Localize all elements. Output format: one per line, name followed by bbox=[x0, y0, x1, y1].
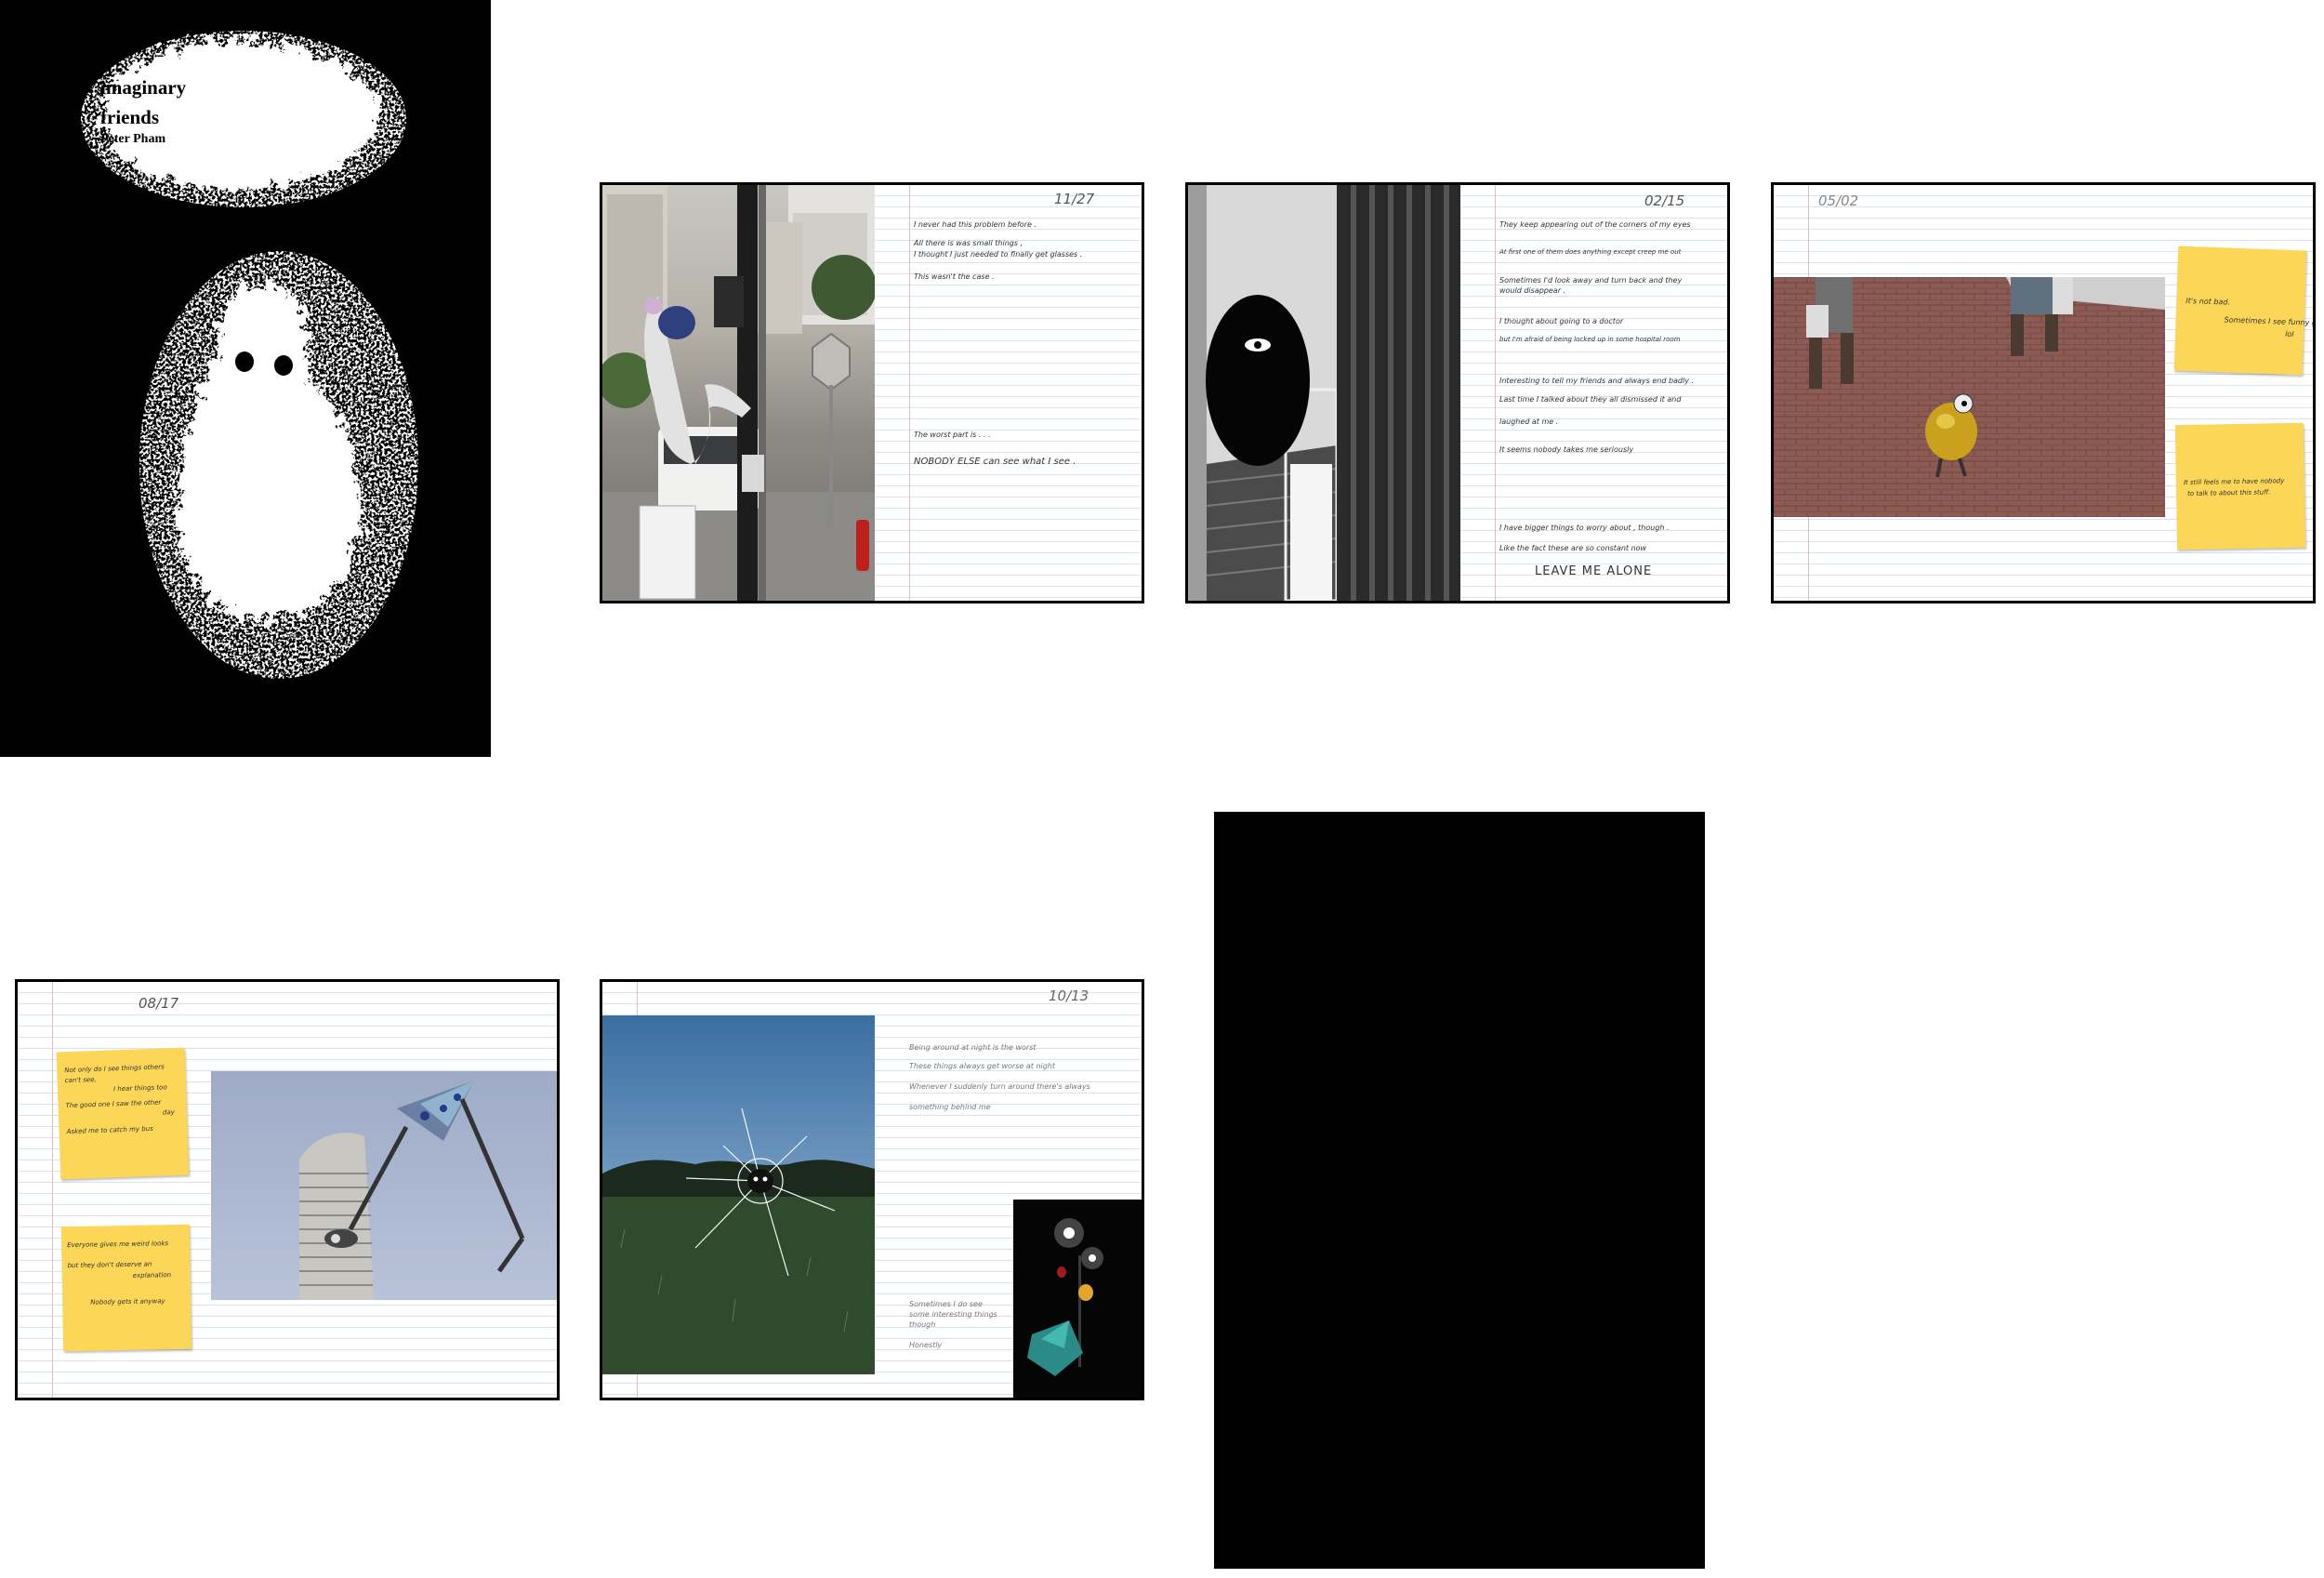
entry-date: 05/02 bbox=[1818, 192, 1859, 209]
note-line: Not only do I see things others bbox=[64, 1063, 165, 1075]
note-line: Everyone gives me weird looks bbox=[67, 1240, 169, 1250]
note-line: It's not bad. bbox=[2185, 296, 2231, 307]
journal-page-1127: 11/27 I never had this problem before . … bbox=[875, 185, 1142, 601]
entry-date: 08/17 bbox=[139, 995, 179, 1012]
journal-line: some interesting things bbox=[909, 1310, 997, 1319]
entry-date: 10/13 bbox=[1049, 988, 1089, 1004]
note-line: but they don't deserve an bbox=[67, 1260, 152, 1270]
journal-line: but I'm afraid of being locked up in som… bbox=[1499, 336, 1681, 343]
journal-line: It seems nobody takes me seriously bbox=[1499, 445, 1634, 454]
street-photo bbox=[602, 185, 875, 601]
cover-art bbox=[81, 31, 418, 679]
streetlight-photo bbox=[1013, 1200, 1142, 1398]
journal-line: Last time I talked about they all dismis… bbox=[1499, 395, 1682, 404]
journal-line: Honestly bbox=[909, 1341, 943, 1349]
entry-date: 02/15 bbox=[1644, 192, 1685, 209]
sticky-note: It still feels me to have nobody to talk… bbox=[2174, 422, 2306, 550]
journal-line: Like the fact these are so constant now bbox=[1499, 544, 1647, 552]
journal-line: These things always get worse at night bbox=[909, 1062, 1056, 1070]
note-line: Nobody gets it anyway bbox=[90, 1297, 165, 1306]
journal-line: They keep appearing out of the corners o… bbox=[1499, 220, 1691, 229]
journal-line: Being around at night is the worst bbox=[909, 1043, 1037, 1052]
journal-line: This wasn't the case . bbox=[914, 272, 995, 281]
note-line: Asked me to catch my bus bbox=[66, 1124, 153, 1136]
field-photo bbox=[602, 1015, 875, 1374]
spread-0502[interactable]: 05/02 It's not bad. Sometimes I see funn… bbox=[1771, 182, 2316, 603]
sticky-note: Everyone gives me weird looks but they d… bbox=[60, 1224, 192, 1352]
journal-line: The worst part is . . . bbox=[914, 431, 991, 439]
spread-0215[interactable]: 02/15 They keep appearing out of the cor… bbox=[1185, 182, 1730, 603]
note-line: to talk to about this stuff. bbox=[2187, 488, 2271, 497]
journal-line: At first one of them does anything excep… bbox=[1499, 248, 1682, 256]
journal-line-shout: LEAVE ME ALONE bbox=[1535, 564, 1653, 578]
journal-line: All there is was small things , bbox=[914, 239, 1023, 247]
teal-crystal-creature bbox=[1027, 1320, 1083, 1376]
journal-line: NOBODY ELSE can see what I see . bbox=[914, 457, 1076, 467]
dark-creature bbox=[1206, 295, 1310, 466]
note-line: I hear things too bbox=[112, 1083, 167, 1094]
note-line: day bbox=[162, 1108, 176, 1117]
journal-line: Whenever I suddenly turn around there's … bbox=[909, 1082, 1090, 1091]
cover-author: Peter Pham bbox=[100, 132, 166, 146]
sidewalk-photo bbox=[1774, 277, 2165, 517]
journal-line: would disappear . bbox=[1499, 286, 1566, 295]
traffic-pole bbox=[737, 185, 758, 601]
journal-line: I have bigger things to worry about , th… bbox=[1499, 524, 1670, 532]
dark-spirit bbox=[747, 1169, 773, 1193]
ghost-right-eye bbox=[274, 355, 293, 376]
journal-line: something behind me bbox=[909, 1103, 991, 1111]
cover-title-line1: imaginary bbox=[100, 76, 187, 99]
note-line: It still feels me to have nobody bbox=[2183, 477, 2285, 487]
yellow-ball-creature bbox=[1925, 403, 1977, 460]
note-line: lol bbox=[2284, 329, 2294, 339]
journal-line: I thought I just needed to finally get g… bbox=[914, 250, 1083, 259]
journal-line: I thought about going to a doctor bbox=[1499, 317, 1624, 325]
journal-line: Sometimes I do see bbox=[909, 1300, 983, 1308]
note-line: can't see, bbox=[64, 1075, 97, 1085]
journal-line: I never had this problem before . bbox=[914, 220, 1037, 229]
journal-line: Sometimes I'd look away and turn back an… bbox=[1499, 276, 1683, 285]
cover-title-line2: friends bbox=[100, 106, 159, 128]
sticky-note: It's not bad. Sometimes I see funny guys… bbox=[2173, 245, 2313, 376]
journal-line: though bbox=[909, 1320, 936, 1329]
journal-line: laughed at me . bbox=[1499, 418, 1559, 426]
note-line: explanation bbox=[132, 1271, 172, 1280]
sticky-note: Not only do I see things others can't se… bbox=[56, 1047, 190, 1180]
back-cover[interactable] bbox=[1214, 812, 1705, 1569]
note-line: Sometimes I see funny guys bbox=[2224, 315, 2316, 328]
journal-line: Interesting to tell my friends and alway… bbox=[1499, 377, 1695, 385]
spread-1127[interactable]: 11/27 I never had this problem before . … bbox=[600, 182, 1144, 603]
ghost-left-eye bbox=[235, 351, 254, 372]
tower-photo bbox=[211, 1071, 557, 1300]
book-cover[interactable]: imaginary friends Peter Pham bbox=[0, 0, 491, 757]
note-line: The good one I saw the other bbox=[65, 1098, 162, 1110]
stairwell-photo bbox=[1188, 185, 1460, 601]
journal-page-0215: 02/15 They keep appearing out of the cor… bbox=[1460, 185, 1727, 601]
spread-0817[interactable]: 08/17 Not only do I see things others ca… bbox=[15, 979, 560, 1400]
spread-1013[interactable]: 10/13 Being around at night is the worst… bbox=[600, 979, 1144, 1400]
ghost-figure bbox=[139, 251, 418, 679]
entry-date: 11/27 bbox=[1054, 191, 1095, 207]
